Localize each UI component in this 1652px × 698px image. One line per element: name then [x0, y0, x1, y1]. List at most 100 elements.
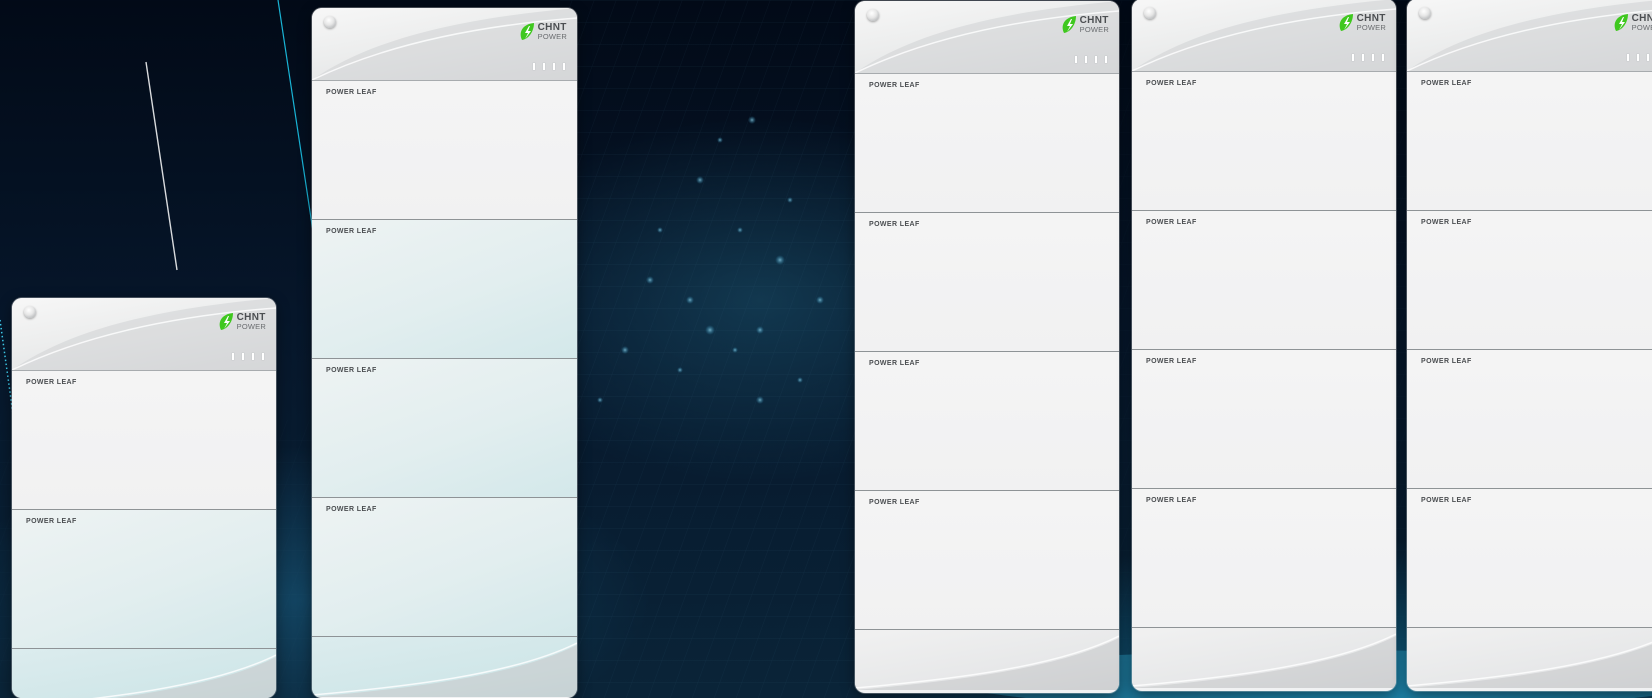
status-led — [1095, 56, 1097, 63]
battery-module: POWER LEAF — [312, 81, 577, 220]
status-led — [1382, 54, 1384, 61]
battery-unit: CHNT POWER POWER LEAF POWER LEAF POWER LEA… — [1407, 0, 1652, 691]
battery-unit: CHNT POWER POWER LEAF POWER LEAF POWER LEA… — [1132, 0, 1396, 691]
base-curve — [855, 635, 1119, 690]
module-label: POWER LEAF — [1421, 358, 1472, 365]
module-label: POWER LEAF — [1421, 80, 1472, 87]
battery-unit: CHNT POWER POWER LEAF POWER LEAF POWER LEA… — [855, 1, 1119, 693]
brand-logo: CHNT POWER — [519, 22, 567, 42]
battery-module: POWER LEAF — [1132, 72, 1396, 211]
brand-logo: CHNT POWER — [1061, 15, 1109, 35]
battery-module: POWER LEAF — [1407, 211, 1652, 350]
status-led — [1352, 54, 1354, 61]
battery-module: POWER LEAF — [1132, 211, 1396, 350]
status-leds — [1352, 54, 1384, 61]
status-led — [1105, 56, 1107, 63]
power-button[interactable] — [24, 306, 36, 318]
battery-module: POWER LEAF — [1407, 350, 1652, 489]
status-led — [252, 353, 254, 360]
status-led — [1647, 54, 1649, 61]
module-label: POWER LEAF — [326, 367, 377, 374]
module-label: POWER LEAF — [1146, 219, 1197, 226]
status-led — [1637, 54, 1639, 61]
brand-name: CHNT — [1079, 15, 1109, 26]
power-button[interactable] — [867, 9, 879, 21]
brand-name: CHNT — [1356, 13, 1386, 24]
battery-module: POWER LEAF — [1132, 350, 1396, 489]
status-led — [1362, 54, 1364, 61]
module-label: POWER LEAF — [1146, 358, 1197, 365]
unit-base — [855, 630, 1119, 690]
status-led — [1075, 56, 1077, 63]
leaf-lightning-icon — [1614, 14, 1628, 31]
base-curve — [312, 642, 577, 697]
battery-module: POWER LEAF — [12, 371, 276, 510]
status-leds — [533, 63, 565, 70]
battery-module: POWER LEAF — [855, 352, 1119, 491]
leaf-lightning-icon — [520, 23, 534, 40]
brand-subtitle: POWER — [537, 32, 567, 41]
status-led — [232, 353, 234, 360]
status-led — [262, 353, 264, 360]
brand-logo: CHNT POWER — [1613, 13, 1652, 33]
leaf-lightning-icon — [1339, 14, 1353, 31]
leaf-lightning-icon — [1062, 16, 1076, 33]
status-led — [242, 353, 244, 360]
battery-unit: CHNT POWER POWER LEAF POWER LEAF POWER LEA… — [312, 8, 577, 698]
power-button[interactable] — [1419, 7, 1431, 19]
module-label: POWER LEAF — [326, 89, 377, 96]
status-led — [563, 63, 565, 70]
battery-unit: CHNT POWER POWER LEAF POWER LEAF — [12, 298, 276, 698]
power-button[interactable] — [1144, 7, 1156, 19]
battery-module: POWER LEAF — [855, 213, 1119, 352]
base-curve — [1407, 641, 1652, 688]
particle-cluster — [597, 116, 824, 404]
module-label: POWER LEAF — [1146, 497, 1197, 504]
module-label: POWER LEAF — [1421, 219, 1472, 226]
unit-base — [12, 649, 276, 698]
unit-header: CHNT POWER — [1132, 0, 1396, 72]
unit-base — [312, 637, 577, 697]
module-label: POWER LEAF — [326, 228, 377, 235]
module-label: POWER LEAF — [26, 518, 77, 525]
battery-module: POWER LEAF — [312, 498, 577, 637]
battery-module: POWER LEAF — [312, 359, 577, 498]
status-leds — [1075, 56, 1107, 63]
brand-name: CHNT — [537, 22, 567, 33]
battery-module: POWER LEAF — [855, 491, 1119, 630]
battery-module: POWER LEAF — [1407, 489, 1652, 628]
battery-module: POWER LEAF — [1407, 72, 1652, 211]
battery-module: POWER LEAF — [312, 220, 577, 359]
module-label: POWER LEAF — [1421, 497, 1472, 504]
status-led — [553, 63, 555, 70]
brand-logo: CHNT POWER — [218, 312, 266, 332]
module-label: POWER LEAF — [1146, 80, 1197, 87]
unit-base — [1407, 628, 1652, 688]
status-led — [533, 63, 535, 70]
module-label: POWER LEAF — [869, 221, 920, 228]
unit-header: CHNT POWER — [312, 8, 577, 81]
module-label: POWER LEAF — [869, 499, 920, 506]
module-label: POWER LEAF — [26, 379, 77, 386]
base-curve — [1132, 633, 1396, 688]
module-label: POWER LEAF — [869, 360, 920, 367]
unit-header: CHNT POWER — [855, 1, 1119, 74]
module-label: POWER LEAF — [326, 506, 377, 513]
unit-header: CHNT POWER — [1407, 0, 1652, 72]
brand-name: CHNT — [1631, 13, 1652, 24]
brand-subtitle: POWER — [236, 322, 266, 331]
unit-base — [1132, 628, 1396, 688]
light-streak — [145, 61, 178, 271]
base-curve — [92, 654, 276, 698]
unit-header: CHNT POWER — [12, 298, 276, 371]
module-label: POWER LEAF — [869, 82, 920, 89]
status-led — [1372, 54, 1374, 61]
status-led — [1627, 54, 1629, 61]
status-led — [1085, 56, 1087, 63]
brand-subtitle: POWER — [1631, 23, 1652, 32]
battery-module: POWER LEAF — [1132, 489, 1396, 628]
battery-module: POWER LEAF — [12, 510, 276, 649]
status-led — [543, 63, 545, 70]
brand-name: CHNT — [236, 312, 266, 323]
power-button[interactable] — [324, 16, 336, 28]
